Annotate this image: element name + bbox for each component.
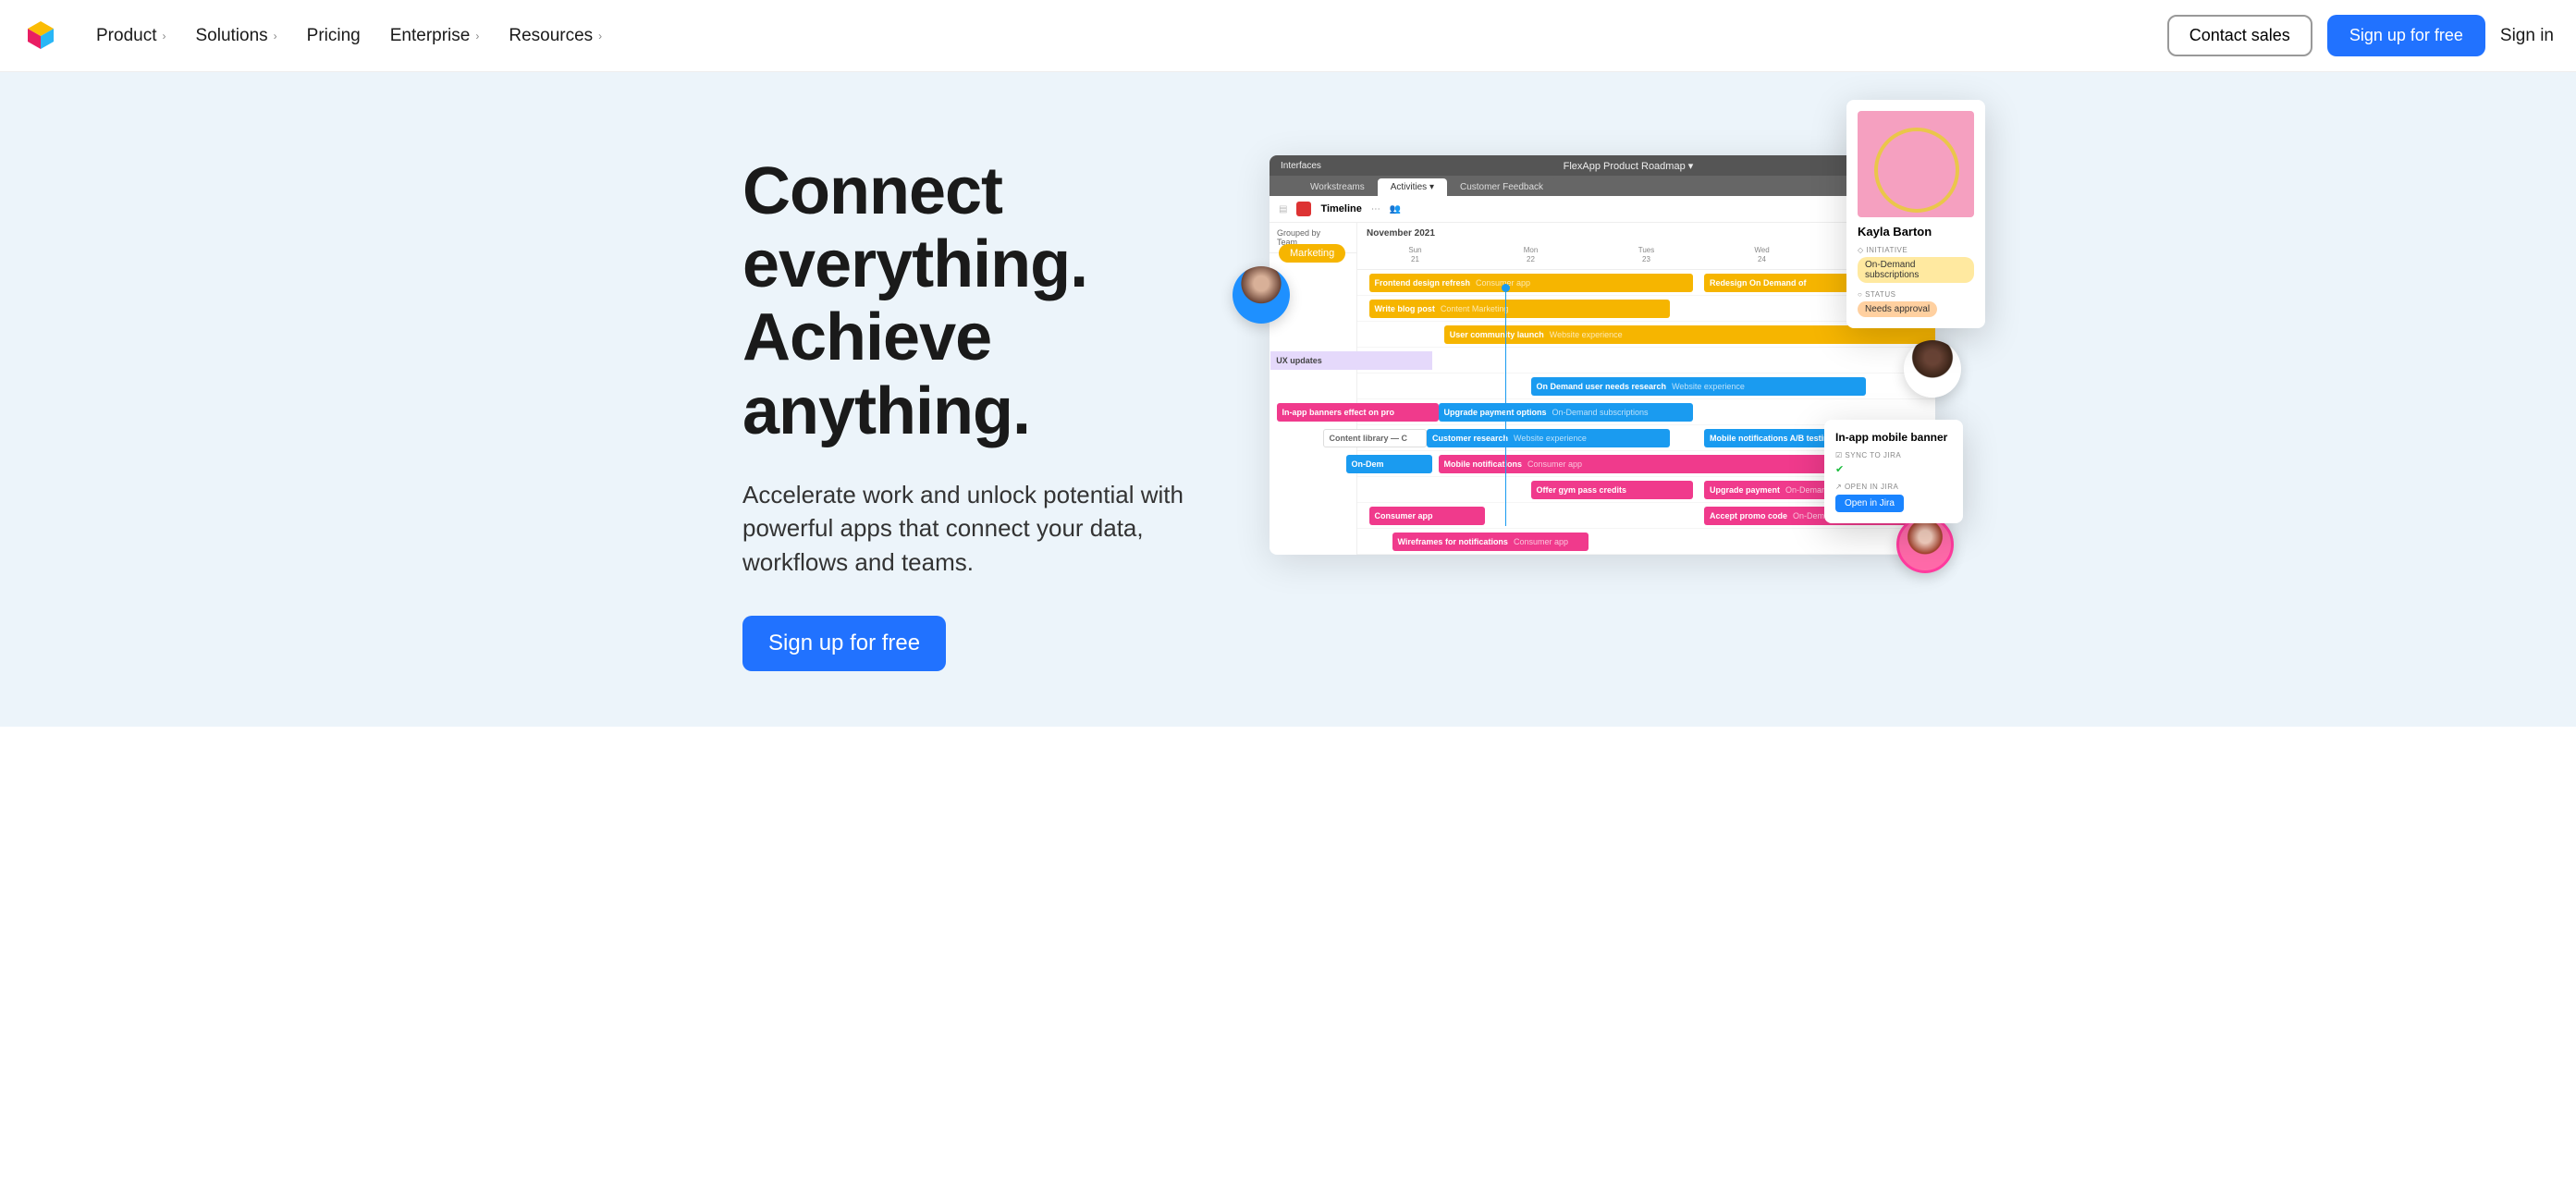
avatar-3: [1896, 516, 1954, 573]
app-title: FlexApp Product Roadmap ▾: [1332, 160, 1924, 172]
more-icon: ⋯: [1371, 204, 1380, 214]
signin-link[interactable]: Sign in: [2500, 26, 2554, 46]
task-card: In-app mobile banner ☑ SYNC TO JIRA ✔ ↗ …: [1824, 420, 1963, 523]
check-icon: ✔: [1835, 463, 1952, 475]
timeline-bar: Upgrade payment optionsOn-Demand subscri…: [1439, 403, 1693, 422]
task-card-title: In-app mobile banner: [1835, 431, 1952, 444]
sync-jira-label: ☑ SYNC TO JIRA: [1835, 451, 1952, 459]
timeline-bar: In-app banners effect on pro: [1277, 403, 1439, 422]
primary-nav: Product› Solutions› Pricing Enterprise› Reso…: [96, 26, 2167, 46]
nav-item-solutions[interactable]: Solutions›: [195, 26, 276, 46]
timeline-bar: On Demand user needs researchWebsite exp…: [1531, 377, 1867, 396]
contact-sales-button[interactable]: Contact sales: [2167, 15, 2312, 56]
view-icon: [1296, 202, 1311, 216]
timeline-bar: Frontend design refreshConsumer app: [1369, 274, 1693, 292]
nav-item-pricing[interactable]: Pricing: [307, 26, 361, 46]
timeline-row: UX updates: [1357, 348, 1935, 373]
mockup-titlebar: Interfaces FlexApp Product Roadmap ▾: [1270, 155, 1935, 176]
mock-tab: Workstreams: [1297, 178, 1378, 196]
status-tag: Needs approval: [1858, 301, 1937, 317]
hero-subtext: Accelerate work and unlock potential wit…: [742, 478, 1214, 579]
timeline-row: Wireframes for notificationsConsumer app: [1357, 529, 1935, 555]
timeline-bar: UX updates: [1270, 351, 1432, 370]
hero-section: Connect everything. Achieve anything. Ac…: [0, 72, 2576, 727]
initiative-tag: On-Demand subscriptions: [1858, 257, 1974, 283]
chevron-right-icon: ›: [274, 30, 277, 43]
initiative-label: ◇ INITIATIVE: [1858, 246, 1974, 254]
timeline-bar: User community launchWebsite experience: [1444, 325, 1935, 344]
group-pill-marketing: Marketing: [1279, 244, 1345, 263]
current-time-marker: [1505, 286, 1506, 526]
view-label: Timeline: [1320, 203, 1361, 214]
chevron-right-icon: ›: [162, 30, 166, 43]
day-header: Mon22: [1473, 246, 1589, 263]
timeline-bar: Consumer app: [1369, 507, 1485, 525]
chevron-right-icon: ›: [475, 30, 479, 43]
open-jira-button[interactable]: Open in Jira: [1835, 495, 1904, 512]
nav-item-product[interactable]: Product›: [96, 26, 166, 46]
timeline-row: On Demand user needs researchWebsite exp…: [1357, 373, 1935, 399]
hero-illustration: Interfaces FlexApp Product Roadmap ▾ Wor…: [1270, 155, 1935, 555]
mockup-toolbar: ▤ Timeline ⋯ 👥: [1270, 196, 1935, 223]
day-header: Wed24: [1704, 246, 1820, 263]
mockup-tabs: WorkstreamsActivities ▾Customer Feedback: [1270, 176, 1935, 196]
header-actions: Contact sales Sign up for free Sign in: [2167, 15, 2554, 56]
signup-button[interactable]: Sign up for free: [2327, 15, 2485, 56]
nav-item-enterprise[interactable]: Enterprise›: [390, 26, 480, 46]
nav-item-resources[interactable]: Resources›: [509, 26, 602, 46]
open-jira-label: ↗ OPEN IN JIRA: [1835, 483, 1952, 491]
site-header: Product› Solutions› Pricing Enterprise› Reso…: [0, 0, 2576, 72]
brand-logo[interactable]: [22, 21, 59, 51]
timeline-bar: Customer researchWebsite experience: [1427, 429, 1670, 447]
hero-cta-button[interactable]: Sign up for free: [742, 616, 946, 671]
timeline-bar: On-Dem: [1346, 455, 1433, 473]
avatar-2: [1904, 340, 1961, 398]
timeline-bar: Wireframes for notificationsConsumer app: [1392, 533, 1589, 551]
people-icon: 👥: [1390, 204, 1401, 214]
mock-tab: Customer Feedback: [1447, 178, 1556, 196]
timeline-bar: Offer gym pass credits: [1531, 481, 1693, 499]
status-label: ○ STATUS: [1858, 290, 1974, 299]
avatar-1: [1233, 266, 1290, 324]
profile-card: Kayla Barton ◇ INITIATIVE On-Demand subs…: [1846, 100, 1985, 328]
hero-headline: Connect everything. Achieve anything.: [742, 155, 1214, 448]
interfaces-menu: Interfaces: [1281, 161, 1321, 171]
day-header: Tues23: [1589, 246, 1704, 263]
day-header: Sun21: [1357, 246, 1473, 263]
mock-tab: Activities ▾: [1378, 178, 1447, 196]
timeline-bar: Write blog postContent Marketing: [1369, 300, 1670, 318]
timeline-bar: Content library — C: [1323, 429, 1428, 447]
profile-photo: [1858, 111, 1974, 217]
chevron-right-icon: ›: [598, 30, 602, 43]
profile-name: Kayla Barton: [1858, 225, 1974, 239]
sidebar-toggle-icon: ▤: [1279, 204, 1287, 214]
